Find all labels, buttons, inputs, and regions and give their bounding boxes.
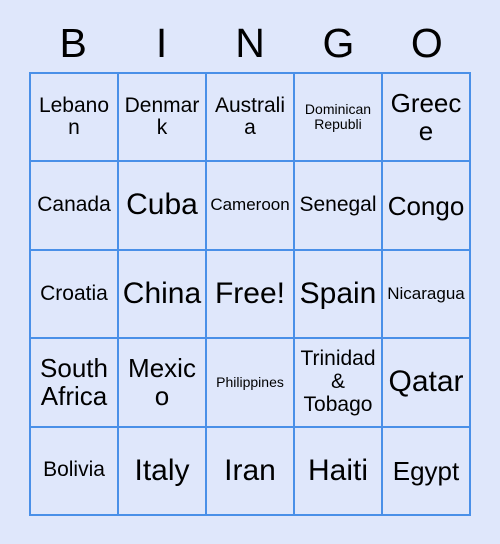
bingo-cell-label: Egypt	[392, 455, 460, 486]
bingo-cell-label: Mexico	[128, 353, 196, 412]
bingo-cell-label: Denmark	[124, 93, 200, 140]
header-letter-g: G	[322, 19, 355, 66]
bingo-cell[interactable]: Croatia	[31, 250, 119, 340]
bingo-cell-label: Nicaragua	[387, 283, 465, 303]
bingo-cell[interactable]: Congo	[383, 162, 471, 251]
header-letter-o: O	[410, 19, 443, 66]
bingo-card: B I N G O Lebanon Denmark Australia Dominic…	[0, 0, 500, 544]
bingo-cell-label: Italy	[134, 453, 190, 487]
bingo-cell[interactable]: Haiti	[295, 427, 383, 516]
bingo-cell-label: Lebanon	[38, 93, 110, 140]
bingo-cell[interactable]: Mexico	[119, 339, 207, 428]
bingo-cell-label: Dominican Republi	[304, 101, 372, 133]
bingo-cell[interactable]: Nicaragua	[383, 250, 471, 340]
bingo-cell-label: Free!	[214, 276, 286, 310]
bingo-cell-label: Congo	[387, 190, 465, 221]
bingo-cell[interactable]: South Africa	[31, 339, 119, 428]
bingo-cell-label: Philippines	[216, 373, 284, 390]
bingo-cell-label: Bolivia	[43, 458, 105, 482]
bingo-cell-label: China	[122, 276, 202, 310]
bingo-cell-label: Croatia	[40, 281, 108, 305]
bingo-cell-label: Haiti	[307, 453, 368, 487]
bingo-cell[interactable]: Trinidad & Tobago	[295, 339, 383, 428]
bingo-cell-label: Trinidad & Tobago	[300, 347, 376, 416]
bingo-cell-label: Qatar	[388, 365, 464, 399]
bingo-cell[interactable]: Cuba	[119, 162, 207, 251]
bingo-cell[interactable]: Greece	[383, 74, 471, 163]
bingo-cell[interactable]: Qatar	[383, 339, 471, 428]
bingo-cell[interactable]: Free!	[207, 250, 295, 340]
bingo-cell-label: Iran	[224, 453, 276, 487]
bingo-cell[interactable]: Dominican Republi	[295, 74, 383, 163]
bingo-cell-label: Australia	[214, 93, 286, 140]
bingo-cell-label: Canada	[37, 193, 111, 217]
bingo-cell[interactable]: Denmark	[119, 74, 207, 163]
bingo-cell[interactable]: Senegal	[295, 162, 383, 251]
header-letter-b: B	[59, 19, 87, 66]
bingo-cell[interactable]: Cameroon	[207, 162, 295, 251]
bingo-cell[interactable]: Australia	[207, 74, 295, 163]
bingo-cell-label: Cameroon	[210, 195, 290, 215]
bingo-cell[interactable]: Spain	[295, 250, 383, 340]
bingo-cell-label: Senegal	[299, 193, 377, 217]
bingo-header: B I N G O	[29, 14, 471, 72]
bingo-cell[interactable]: China	[119, 250, 207, 340]
bingo-cell-label: South Africa	[40, 353, 108, 412]
bingo-cell[interactable]: Canada	[31, 162, 119, 251]
bingo-cell[interactable]: Egypt	[383, 427, 471, 516]
bingo-cell[interactable]: Iran	[207, 427, 295, 516]
bingo-cell[interactable]: Philippines	[207, 339, 295, 428]
bingo-grid: Lebanon Denmark Australia Dominican Republi…	[29, 72, 471, 516]
bingo-cell-label: Cuba	[126, 188, 198, 222]
bingo-cell[interactable]: Lebanon	[31, 74, 119, 163]
bingo-cell-label: Greece	[390, 88, 462, 147]
bingo-cell[interactable]: Italy	[119, 427, 207, 516]
bingo-cell-label: Spain	[299, 276, 377, 310]
header-letter-n: N	[235, 19, 265, 66]
header-letter-i: I	[155, 19, 168, 66]
bingo-cell[interactable]: Bolivia	[31, 427, 119, 516]
